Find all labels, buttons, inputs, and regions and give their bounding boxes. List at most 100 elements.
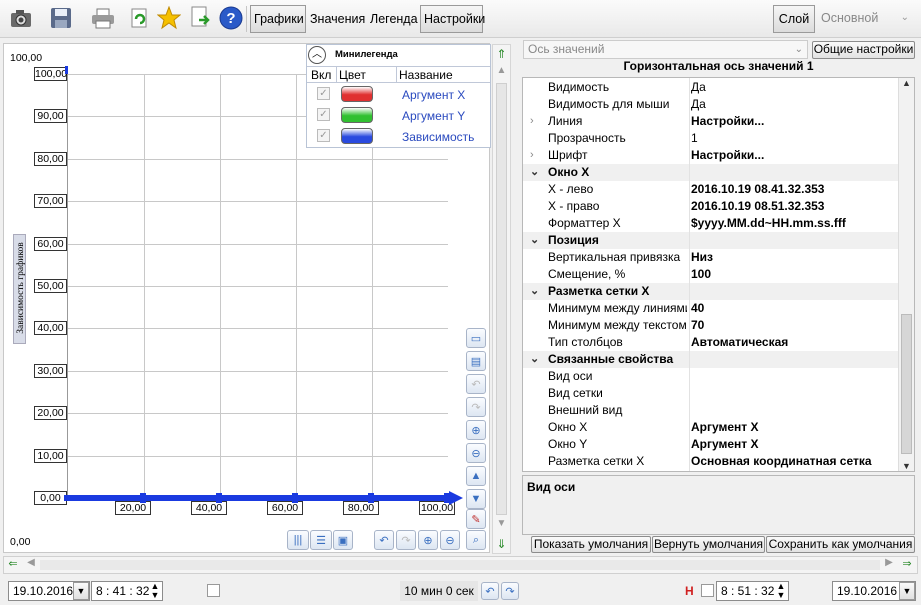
general-settings-button[interactable]: Общие настройки bbox=[812, 41, 915, 59]
check-icon[interactable]: ✓ bbox=[317, 108, 330, 121]
property-row[interactable]: › Шрифт Настройки... bbox=[523, 147, 914, 164]
tab-values[interactable]: Значения bbox=[306, 5, 367, 33]
axis-select[interactable]: Ось значений ⌄ bbox=[523, 40, 808, 59]
legend-item[interactable]: ✓ Аргумент X bbox=[307, 85, 490, 105]
property-row[interactable]: Окно Y Аргумент X bbox=[523, 436, 914, 453]
date-left-field[interactable]: 19.10.2016 ▼ bbox=[8, 581, 90, 601]
show-defaults-button[interactable]: Показать умолчания bbox=[531, 536, 651, 553]
redo-icon[interactable]: ↷ bbox=[466, 397, 486, 417]
tab-graphs[interactable]: Графики bbox=[250, 5, 306, 33]
refresh-icon[interactable] bbox=[127, 5, 153, 31]
property-value[interactable]: 40 bbox=[691, 300, 906, 317]
property-grid[interactable]: Видимость Да Видимость для мыши Да › Линия Нас… bbox=[522, 77, 915, 472]
property-row[interactable]: X - лево 2016.10.19 08.41.32.353 bbox=[523, 181, 914, 198]
property-value[interactable]: Низ bbox=[691, 249, 906, 266]
property-row[interactable]: Тип столбцов Автоматическая bbox=[523, 334, 914, 351]
property-value[interactable]: $yyyy.MM.dd~HH.mm.ss.fff bbox=[691, 215, 906, 232]
scroll-bottom-icon[interactable]: ⇓ bbox=[493, 535, 510, 553]
legend-color-swatch[interactable] bbox=[341, 128, 373, 144]
zoom-out-icon[interactable]: ⊖ bbox=[466, 443, 486, 463]
property-row[interactable]: Вид сетки bbox=[523, 385, 914, 402]
scroll-up-icon[interactable]: ▲ bbox=[493, 65, 510, 81]
property-row[interactable]: X - право 2016.10.19 08.51.32.353 bbox=[523, 198, 914, 215]
collapse-icon[interactable]: ⌄ bbox=[530, 283, 539, 300]
property-value[interactable]: Да bbox=[691, 79, 906, 96]
property-row[interactable]: › Линия Настройки... bbox=[523, 113, 914, 130]
property-value[interactable]: Основная координатная сетка bbox=[691, 453, 906, 470]
export-icon[interactable] bbox=[188, 5, 214, 31]
undo-icon[interactable]: ↶ bbox=[466, 374, 486, 394]
collapse-icon[interactable]: ⌄ bbox=[530, 351, 539, 368]
rows-icon[interactable]: ☰ bbox=[310, 530, 332, 550]
legend-color-swatch[interactable] bbox=[341, 86, 373, 102]
property-category[interactable]: ⌄ Позиция bbox=[523, 232, 914, 249]
layer-select[interactable]: Основной ⌄ bbox=[817, 7, 913, 31]
check-icon[interactable]: ✓ bbox=[317, 129, 330, 142]
legend-item[interactable]: ✓ Аргумент Y bbox=[307, 106, 490, 126]
property-row[interactable]: Разметка сетки X Основная координатная се… bbox=[523, 453, 914, 470]
checkbox[interactable] bbox=[701, 584, 714, 597]
move-down-icon[interactable]: ▼ bbox=[466, 489, 486, 509]
search-icon[interactable]: ⌕ bbox=[466, 530, 486, 550]
image-icon[interactable]: ▣ bbox=[333, 530, 353, 550]
scroll-track[interactable] bbox=[40, 560, 880, 570]
check-icon[interactable]: ✓ bbox=[317, 87, 330, 100]
legend-item[interactable]: ✓ Зависимость bbox=[307, 127, 490, 147]
time-spinner-icon[interactable]: ▲ ▼ bbox=[774, 582, 788, 602]
ruler-icon[interactable]: ▤ bbox=[466, 351, 486, 371]
calendar-dropdown-icon[interactable]: ▼ bbox=[899, 582, 915, 600]
property-value[interactable]: 1 bbox=[691, 130, 906, 147]
property-value[interactable]: Да bbox=[691, 96, 906, 113]
property-value[interactable]: Аргумент X bbox=[691, 419, 906, 436]
layer-button[interactable]: Слой bbox=[773, 5, 815, 33]
scroll-down-icon[interactable]: ▼ bbox=[899, 461, 914, 471]
fit-icon[interactable]: ▭ bbox=[466, 328, 486, 348]
scroll-track[interactable] bbox=[496, 83, 507, 515]
property-value[interactable]: Настройки... bbox=[691, 147, 906, 164]
scroll-first-icon[interactable]: ⇐ bbox=[4, 557, 22, 573]
move-up-icon[interactable]: ▲ bbox=[466, 466, 486, 486]
scroll-last-icon[interactable]: ⇒ bbox=[898, 557, 916, 573]
chart-vertical-scrollbar[interactable]: ⇑ ▲ ▼ ⇓ bbox=[492, 44, 511, 554]
scroll-down-icon[interactable]: ▼ bbox=[493, 518, 510, 534]
restore-defaults-button[interactable]: Вернуть умолчания bbox=[652, 536, 765, 553]
tab-settings[interactable]: Настройки bbox=[420, 5, 485, 33]
collapse-icon[interactable]: ⌄ bbox=[530, 164, 539, 181]
property-row[interactable]: Минимум между текстом 70 bbox=[523, 317, 914, 334]
redo-bottom-icon[interactable]: ↷ bbox=[396, 530, 416, 550]
redo-time-icon[interactable]: ↷ bbox=[501, 582, 519, 600]
property-row[interactable]: Минимум между линиями 40 bbox=[523, 300, 914, 317]
undo-time-icon[interactable]: ↶ bbox=[481, 582, 499, 600]
property-scrollbar[interactable]: ▲ ▼ bbox=[898, 78, 914, 471]
star-icon[interactable] bbox=[156, 5, 182, 31]
scroll-up-icon[interactable]: ▲ bbox=[899, 78, 914, 88]
property-category[interactable]: ⌄ Окно X bbox=[523, 164, 914, 181]
collapse-icon[interactable]: ⌄ bbox=[530, 232, 539, 249]
legend-color-swatch[interactable] bbox=[341, 107, 373, 123]
property-value[interactable]: Автоматическая bbox=[691, 334, 906, 351]
help-icon[interactable]: ? bbox=[218, 5, 244, 31]
save-defaults-button[interactable]: Сохранить как умолчания bbox=[766, 536, 915, 553]
save-icon[interactable] bbox=[48, 5, 74, 31]
undo-bottom-icon[interactable]: ↶ bbox=[374, 530, 394, 550]
property-row[interactable]: Видимость Да bbox=[523, 79, 914, 96]
property-value[interactable]: Аргумент X bbox=[691, 436, 906, 453]
time-left-field[interactable]: 8 : 41 : 32 ▲ ▼ bbox=[91, 581, 163, 601]
property-value[interactable]: Настройки... bbox=[691, 113, 906, 130]
edit-icon[interactable]: ✎ bbox=[466, 509, 486, 529]
columns-icon[interactable]: ||| bbox=[287, 530, 309, 550]
scroll-top-icon[interactable]: ⇑ bbox=[493, 45, 510, 63]
property-row[interactable]: Внешний вид bbox=[523, 402, 914, 419]
calendar-dropdown-icon[interactable]: ▼ bbox=[73, 582, 89, 600]
property-row[interactable]: Видимость для мыши Да bbox=[523, 96, 914, 113]
property-value[interactable]: 2016.10.19 08.51.32.353 bbox=[691, 198, 906, 215]
property-row[interactable]: Окно X Аргумент X bbox=[523, 419, 914, 436]
collapse-icon[interactable]: ︿ bbox=[308, 46, 326, 64]
property-row[interactable]: Прозрачность 1 bbox=[523, 130, 914, 147]
expand-icon[interactable]: › bbox=[530, 113, 534, 130]
zoom-out-bottom-icon[interactable]: ⊖ bbox=[440, 530, 460, 550]
camera-icon[interactable] bbox=[8, 5, 34, 31]
scroll-right-icon[interactable]: ▶ bbox=[882, 557, 896, 573]
tab-legend[interactable]: Легенда bbox=[366, 5, 419, 33]
date-right-field[interactable]: 19.10.2016 ▼ bbox=[832, 581, 916, 601]
